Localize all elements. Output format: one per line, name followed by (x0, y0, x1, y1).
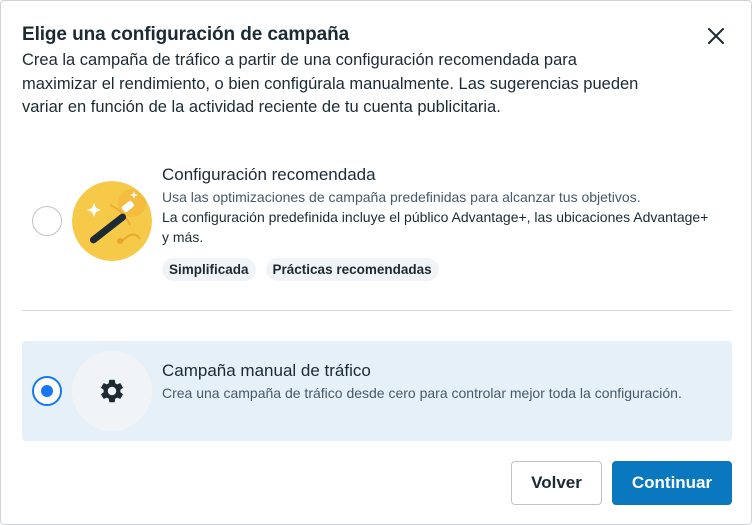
tag-practicas-recomendadas: Prácticas recomendadas (265, 258, 439, 281)
option-recommended-details: La configuración predefinida incluye el … (162, 209, 709, 245)
dialog-title: Elige una configuración de campaña (22, 24, 350, 45)
option-manual[interactable]: Campaña manual de tráfico Crea una campa… (22, 341, 732, 441)
back-button[interactable]: Volver (511, 461, 602, 505)
divider (22, 310, 732, 311)
option-manual-title: Campaña manual de tráfico (162, 361, 371, 380)
option-recommended-description: Usa las optimizaciones de campaña predef… (162, 189, 641, 205)
campaign-config-dialog: Elige una configuración de campaña Crea … (0, 0, 752, 525)
tag-list: Simplificada Prácticas recomendadas (162, 258, 439, 281)
gear-icon (101, 379, 123, 403)
radio-manual[interactable] (32, 376, 62, 406)
continue-button[interactable]: Continuar (612, 461, 732, 505)
option-manual-description: Crea una campaña de tráfico desde cero p… (162, 385, 682, 401)
radio-selected-dot (41, 385, 53, 397)
tag-simplificada: Simplificada (162, 258, 256, 281)
magic-wand-icon (72, 181, 152, 261)
gear-icon-container (72, 351, 152, 431)
option-recommended[interactable]: Configuración recomendada Usa las optimi… (22, 151, 732, 291)
dialog-description: Crea la campaña de tráfico a partir de u… (22, 51, 639, 116)
radio-recommended[interactable] (32, 206, 62, 236)
close-button[interactable] (701, 21, 731, 51)
close-icon (708, 28, 724, 44)
option-recommended-title: Configuración recomendada (162, 165, 376, 184)
